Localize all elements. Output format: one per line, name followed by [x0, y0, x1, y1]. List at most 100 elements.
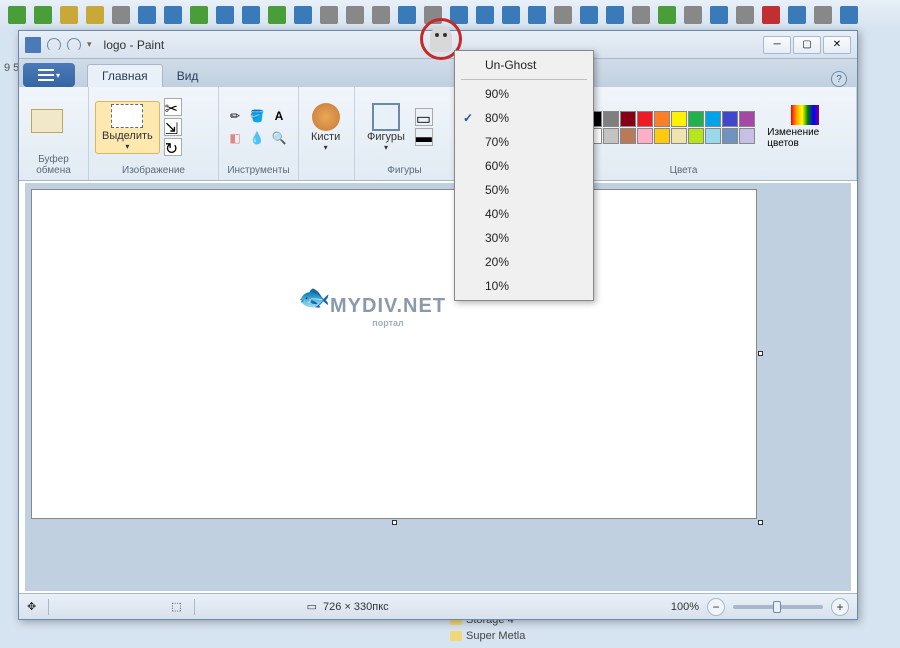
menu-item-opacity[interactable]: 90% — [457, 82, 591, 106]
save-icon[interactable] — [25, 37, 41, 53]
menu-item-opacity[interactable]: 50% — [457, 178, 591, 202]
color-swatch[interactable] — [671, 128, 687, 144]
taskbar-app-icon[interactable] — [216, 6, 234, 24]
color-swatch[interactable] — [637, 128, 653, 144]
color-swatch[interactable] — [603, 111, 619, 127]
taskbar-app-icon[interactable] — [554, 6, 572, 24]
taskbar-app-icon[interactable] — [60, 6, 78, 24]
taskbar-app-icon[interactable] — [606, 6, 624, 24]
taskbar-app-icon[interactable] — [242, 6, 260, 24]
pencil-icon[interactable]: ✏ — [225, 106, 245, 126]
zoom-out-button[interactable]: − — [707, 598, 725, 616]
taskbar-app-icon[interactable] — [502, 6, 520, 24]
selection-icon: ⬚ — [171, 600, 181, 613]
taskbar-app-icon[interactable] — [658, 6, 676, 24]
crop-icon[interactable]: ✂ — [164, 98, 182, 116]
color-swatch[interactable] — [739, 111, 755, 127]
menu-item-unghost[interactable]: Un-Ghost — [457, 53, 591, 77]
brushes-button[interactable]: Кисти ▾ — [305, 101, 346, 154]
menu-item-opacity[interactable]: 30% — [457, 226, 591, 250]
resize-handle[interactable] — [758, 520, 763, 525]
taskbar-app-icon[interactable] — [294, 6, 312, 24]
color-swatch[interactable] — [654, 111, 670, 127]
taskbar-app-icon[interactable] — [814, 6, 832, 24]
taskbar-app-icon[interactable] — [528, 6, 546, 24]
taskbar-app-icon[interactable] — [346, 6, 364, 24]
select-button[interactable]: Выделить ▾ — [95, 101, 160, 154]
menu-item-opacity[interactable]: 80% — [457, 106, 591, 130]
tools-grid: ✏ 🪣 A ◧ 💧 🔍 — [225, 106, 289, 148]
color-swatch[interactable] — [688, 111, 704, 127]
minimize-button[interactable]: ─ — [763, 36, 791, 54]
taskbar-app-icon[interactable] — [762, 6, 780, 24]
taskbar-app-icon[interactable] — [112, 6, 130, 24]
taskbar-app-icon[interactable] — [320, 6, 338, 24]
menu-item-opacity[interactable]: 60% — [457, 154, 591, 178]
taskbar-app-icon[interactable] — [736, 6, 754, 24]
ghost-icon[interactable] — [430, 26, 452, 52]
tab-home[interactable]: Главная — [87, 64, 163, 87]
taskbar-app-icon[interactable] — [684, 6, 702, 24]
shapes-button[interactable]: Фигуры ▾ — [361, 101, 411, 154]
taskbar-app-icon[interactable] — [190, 6, 208, 24]
color-swatch[interactable] — [654, 128, 670, 144]
maximize-button[interactable]: ▢ — [793, 36, 821, 54]
resize-handle[interactable] — [392, 520, 397, 525]
color-swatch[interactable] — [705, 128, 721, 144]
close-button[interactable]: ✕ — [823, 36, 851, 54]
color-swatch[interactable] — [671, 111, 687, 127]
taskbar-app-icon[interactable] — [8, 6, 26, 24]
color-swatch[interactable] — [688, 128, 704, 144]
menu-item-opacity[interactable]: 10% — [457, 274, 591, 298]
menu-item-opacity[interactable]: 70% — [457, 130, 591, 154]
window-title: logo - Paint — [104, 38, 165, 52]
color-swatch[interactable] — [620, 111, 636, 127]
tab-view[interactable]: Вид — [163, 65, 213, 87]
taskbar-app-icon[interactable] — [580, 6, 598, 24]
paint-menu-button[interactable]: ▾ — [23, 63, 75, 87]
taskbar-app-icon[interactable] — [710, 6, 728, 24]
taskbar-app-icon[interactable] — [788, 6, 806, 24]
taskbar-app-icon[interactable] — [840, 6, 858, 24]
menu-item-opacity[interactable]: 20% — [457, 250, 591, 274]
resize-icon[interactable]: ⇲ — [164, 118, 182, 136]
color-swatch[interactable] — [637, 111, 653, 127]
canvas[interactable] — [31, 189, 757, 519]
color-swatch[interactable] — [739, 128, 755, 144]
edit-colors-button[interactable]: Изменение цветов — [759, 103, 850, 151]
undo-icon[interactable] — [47, 38, 61, 52]
background-folder-item[interactable]: Super Metla — [450, 628, 690, 644]
picker-icon[interactable]: 💧 — [247, 128, 267, 148]
taskbar-app-icon[interactable] — [372, 6, 390, 24]
taskbar-app-icon[interactable] — [138, 6, 156, 24]
redo-icon[interactable] — [67, 38, 81, 52]
resize-handle[interactable] — [758, 351, 763, 356]
taskbar-app-icon[interactable] — [86, 6, 104, 24]
help-icon[interactable]: ? — [831, 71, 847, 87]
color-swatch[interactable] — [705, 111, 721, 127]
fill-shape-icon[interactable]: ▬ — [415, 128, 433, 146]
text-icon[interactable]: A — [269, 106, 289, 126]
menu-item-opacity[interactable]: 40% — [457, 202, 591, 226]
paste-button[interactable] — [25, 107, 69, 137]
fill-icon[interactable]: 🪣 — [247, 106, 267, 126]
zoom-slider[interactable] — [733, 605, 823, 609]
taskbar-app-icon[interactable] — [164, 6, 182, 24]
color-swatch[interactable] — [722, 128, 738, 144]
color-swatch[interactable] — [603, 128, 619, 144]
eraser-icon[interactable]: ◧ — [225, 128, 245, 148]
color-swatch[interactable] — [722, 111, 738, 127]
taskbar-app-icon[interactable] — [476, 6, 494, 24]
taskbar-app-icon[interactable] — [398, 6, 416, 24]
magnifier-icon[interactable]: 🔍 — [269, 128, 289, 148]
outline-icon[interactable]: ▭ — [415, 108, 433, 126]
taskbar-app-icon[interactable] — [632, 6, 650, 24]
color-swatch[interactable] — [620, 128, 636, 144]
rotate-icon[interactable]: ↻ — [164, 138, 182, 156]
canvas-size-icon: ▭ — [307, 600, 317, 613]
taskbar-app-icon[interactable] — [34, 6, 52, 24]
watermark-fish-icon: 🐟 — [298, 282, 330, 313]
qat-dropdown-icon[interactable]: ▾ — [87, 39, 92, 50]
zoom-in-button[interactable]: + — [831, 598, 849, 616]
taskbar-app-icon[interactable] — [268, 6, 286, 24]
